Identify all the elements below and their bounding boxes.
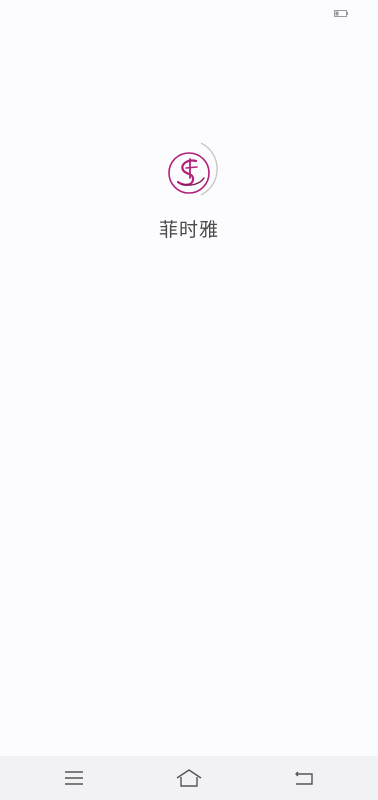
navigation-bar xyxy=(0,756,378,800)
menu-button[interactable] xyxy=(56,764,92,792)
splash-screen: 菲时雅 xyxy=(0,0,378,756)
home-icon xyxy=(176,769,202,787)
back-button[interactable] xyxy=(286,764,322,792)
back-icon xyxy=(295,771,313,785)
home-button[interactable] xyxy=(171,764,207,792)
app-logo-icon xyxy=(168,142,218,196)
menu-icon xyxy=(65,771,83,785)
app-name: 菲时雅 xyxy=(158,219,219,241)
